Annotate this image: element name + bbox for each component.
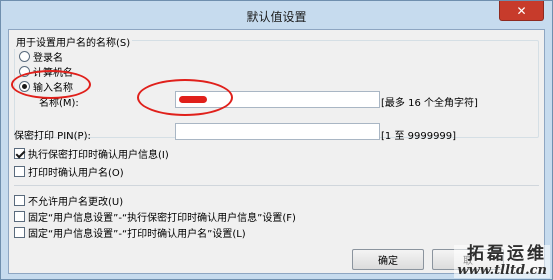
watermark-url: www.tlltd.cn	[457, 263, 547, 278]
checkbox[interactable]	[14, 166, 25, 177]
close-button[interactable]: ✕	[499, 1, 544, 21]
checkbox-checked[interactable]	[14, 148, 25, 159]
check-lock-confirm-user-info[interactable]: 固定“用户信息设置”-“执行保密打印时确认用户信息”设置(F)	[14, 209, 296, 224]
pin-range-hint: [1 至 9999999]	[381, 131, 457, 142]
highlight-ellipse-radio	[11, 70, 91, 99]
check-label-lock-confirm-username: 固定“用户信息设置”-“打印时确认用户名”设置(L)	[28, 229, 246, 240]
checkbox[interactable]	[14, 195, 25, 206]
check-label-lock-confirm-user-info: 固定“用户信息设置”-“执行保密打印时确认用户信息”设置(F)	[28, 213, 296, 224]
check-disallow-username-change[interactable]: 不允许用户名更改(U)	[14, 193, 123, 208]
check-label-confirm-username: 打印时确认用户名(O)	[28, 168, 124, 179]
title-bar[interactable]: 默认值设置 ✕	[1, 1, 552, 29]
checkbox[interactable]	[14, 227, 25, 238]
ok-button[interactable]: 确定	[352, 249, 424, 270]
username-source-legend: 用于设置用户名的名称(S)	[14, 34, 133, 49]
check-label-confirm-user-info: 执行保密打印时确认用户信息(I)	[28, 150, 169, 161]
checkbox[interactable]	[14, 211, 25, 222]
radio-button[interactable]	[19, 51, 30, 62]
highlight-ellipse-input	[137, 79, 233, 116]
radio-label-login-name: 登录名	[33, 53, 63, 64]
check-confirm-user-info[interactable]: 执行保密打印时确认用户信息(I)	[14, 146, 169, 161]
section-divider	[14, 185, 539, 186]
check-lock-confirm-username[interactable]: 固定“用户信息设置”-“打印时确认用户名”设置(L)	[14, 225, 246, 240]
watermark-text: 拓磊运维	[467, 244, 547, 264]
check-confirm-username[interactable]: 打印时确认用户名(O)	[14, 164, 124, 179]
watermark: 拓磊运维 www.tlltd.cn	[454, 245, 550, 278]
name-length-hint: [最多 16 个全角字符]	[381, 98, 478, 109]
dialog-title: 默认值设置	[246, 10, 307, 24]
check-label-disallow-username-change: 不允许用户名更改(U)	[28, 197, 124, 208]
pin-input[interactable]	[175, 123, 380, 140]
dialog-window: 默认值设置 ✕ 用于设置用户名的名称(S) 登录名 计算机名 输入名称 名称(M…	[0, 0, 553, 280]
pin-label: 保密打印 PIN(P):	[14, 131, 91, 142]
radio-login-name[interactable]: 登录名	[19, 49, 63, 64]
dialog-body: 用于设置用户名的名称(S) 登录名 计算机名 输入名称 名称(M): [最多 1…	[8, 29, 545, 274]
close-icon: ✕	[516, 3, 527, 18]
